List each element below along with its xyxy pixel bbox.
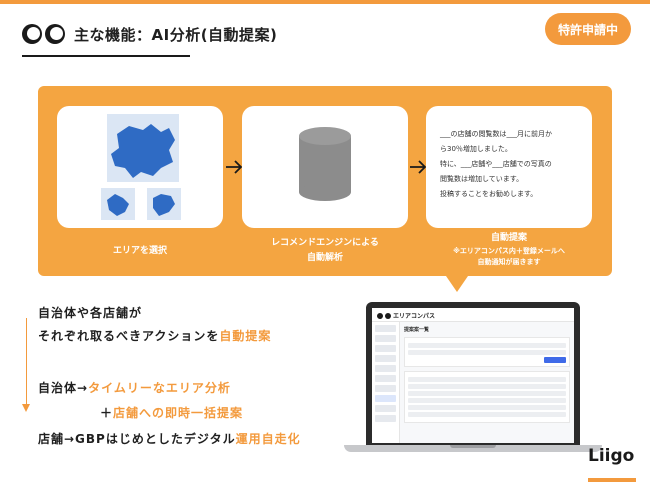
panel-pointer: [446, 276, 468, 292]
map-illustration: [101, 114, 181, 220]
filter-card: [404, 337, 570, 367]
feature-line-4: ＋店舗への即時一括提案: [100, 406, 244, 420]
flow-line: [26, 318, 27, 404]
list-item[interactable]: [408, 398, 566, 403]
arrow-down-icon: [22, 404, 30, 412]
proposal-list: [404, 371, 570, 423]
top-accent-bar: [0, 0, 650, 4]
app-header: エリアコンパス: [372, 308, 574, 322]
filter-row[interactable]: [408, 350, 566, 355]
step3-caption: 自動提案 ※エリアコンパス内＋登録メールへ 自動通知が届きます: [453, 233, 565, 266]
crescent-icon: [22, 24, 42, 44]
feature-line-3: 自治体→タイムリーなエリア分析: [38, 381, 231, 395]
brand-underline: [588, 478, 636, 482]
feature-line-5: 店舗→GBPはじめとしたデジタル運用自走化: [38, 432, 301, 446]
list-item[interactable]: [408, 384, 566, 389]
title-icons: [22, 24, 65, 44]
laptop-notch: [450, 445, 496, 448]
sidebar-item[interactable]: [375, 375, 396, 382]
crescent-icon: [377, 312, 383, 319]
sidebar-item[interactable]: [375, 345, 396, 352]
page-title: 主な機能：AI分析(自動提案): [74, 26, 278, 44]
sidebar-item[interactable]: [375, 385, 396, 392]
list-item[interactable]: [408, 391, 566, 396]
app-sidebar: [372, 322, 400, 443]
app-page-heading: 提案案一覧: [404, 327, 430, 333]
arrow-right-icon: [226, 160, 243, 174]
app-logo: エリアコンパス: [377, 311, 435, 320]
brand-logo: Liigo: [588, 446, 635, 466]
app-screenshot: エリアコンパス 提案案一覧: [372, 308, 574, 443]
list-item[interactable]: [408, 405, 566, 410]
search-button[interactable]: [544, 357, 566, 363]
crescent-icon: [45, 24, 65, 44]
crescent-icon: [385, 312, 391, 319]
database-icon: [299, 127, 351, 201]
feature-line-2: それぞれ取るべきアクションを自動提案: [38, 329, 272, 343]
step1-caption: エリアを選択: [112, 246, 167, 256]
list-item[interactable]: [408, 377, 566, 382]
sidebar-item[interactable]: [375, 395, 396, 402]
proposal-text: ___の店舗の閲覧数は___月に前月か ら30％増加しました。 特に、___店舗…: [440, 130, 552, 198]
title-underline: [22, 55, 190, 57]
sidebar-item[interactable]: [375, 325, 396, 332]
step2-caption: レコメンドエンジンによる 自動解析: [271, 238, 379, 263]
list-item[interactable]: [408, 412, 566, 417]
filter-row[interactable]: [408, 343, 566, 348]
analysis-card: [242, 106, 408, 228]
patent-pending-badge: 特許申請中: [545, 13, 631, 45]
arrow-right-icon: [410, 160, 427, 174]
sidebar-item[interactable]: [375, 335, 396, 342]
sidebar-item[interactable]: [375, 365, 396, 372]
sidebar-item[interactable]: [375, 415, 396, 422]
area-select-card: [57, 106, 223, 228]
feature-line-1: 自治体や各店舗が: [38, 306, 143, 320]
sidebar-item[interactable]: [375, 355, 396, 362]
sidebar-item[interactable]: [375, 405, 396, 412]
app-main: 提案案一覧: [404, 326, 570, 423]
